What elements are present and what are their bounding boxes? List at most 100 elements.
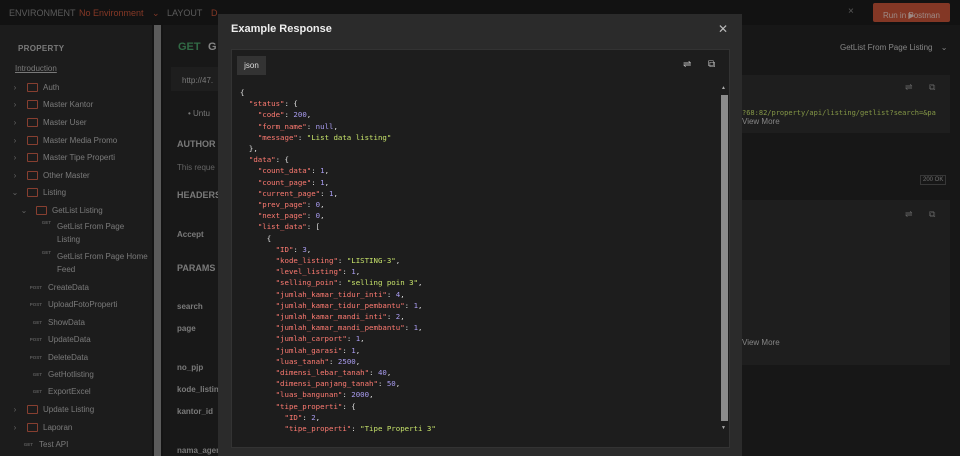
code-token: : bbox=[320, 188, 330, 198]
code-token: , bbox=[386, 368, 392, 377]
code-token: "status" bbox=[248, 99, 285, 109]
code-token: "LISTING-3" bbox=[346, 256, 396, 265]
code-token: , bbox=[306, 244, 312, 254]
code-token: : bbox=[329, 356, 338, 366]
code-token: "list_data" bbox=[257, 222, 307, 232]
code-line: "ID": 3, bbox=[240, 244, 312, 254]
code-token: : bbox=[297, 132, 307, 142]
code-token: "prev_page" bbox=[257, 200, 307, 209]
code-token: , bbox=[418, 300, 423, 310]
close-icon[interactable]: ✕ bbox=[718, 22, 728, 36]
example-response-modal: Example Response ✕ json ⇌ ⧉ { "status": … bbox=[218, 14, 742, 456]
code-token: : bbox=[337, 256, 347, 265]
wrap-lines-icon[interactable]: ⇌ bbox=[683, 59, 691, 70]
code-line: "selling_poin": "selling poin 3", bbox=[240, 278, 423, 288]
code-token: "form_name" bbox=[257, 121, 307, 131]
code-token: , bbox=[418, 278, 423, 288]
code-token: null bbox=[315, 121, 334, 131]
code-line: { bbox=[240, 88, 244, 97]
code-line: "next_page": 0, bbox=[240, 211, 325, 220]
code-line: "jumlah_carport": 1, bbox=[240, 334, 365, 343]
code-line: "message": "List data listing" bbox=[240, 132, 392, 142]
code-token: : bbox=[293, 244, 303, 254]
code-token: "message" bbox=[257, 132, 298, 142]
code-token: "ID" bbox=[284, 412, 303, 422]
code-token: : bbox=[342, 267, 352, 277]
code-line: "code": 200, bbox=[240, 110, 311, 119]
code-token: , bbox=[333, 188, 338, 198]
code-token: , bbox=[333, 121, 338, 131]
code-token: "count_data" bbox=[257, 166, 312, 176]
code-scrollbar-thumb[interactable] bbox=[721, 95, 728, 421]
code-token: , bbox=[355, 356, 361, 366]
copy-icon[interactable]: ⧉ bbox=[708, 59, 715, 70]
code-token: : bbox=[404, 300, 414, 310]
code-line: "list_data": [ bbox=[240, 222, 320, 231]
code-token: "level_listing" bbox=[275, 267, 343, 277]
code-token: : bbox=[386, 312, 396, 321]
code-token: : bbox=[404, 323, 414, 333]
code-token: : bbox=[351, 424, 361, 433]
code-token: , bbox=[400, 289, 405, 299]
code-token: 2500 bbox=[337, 356, 356, 366]
code-token: , bbox=[315, 412, 321, 422]
code-token: : bbox=[311, 177, 321, 187]
scroll-up-arrow-icon[interactable]: ▲ bbox=[721, 85, 726, 91]
code-token: , bbox=[395, 379, 401, 389]
scroll-down-arrow-icon[interactable]: ▼ bbox=[721, 425, 726, 431]
code-token: 2000 bbox=[351, 390, 370, 400]
code-line: "status": { bbox=[240, 99, 298, 108]
code-line: "dimensi_panjang_tanah": 50, bbox=[240, 379, 401, 389]
code-token: : bbox=[342, 390, 352, 400]
code-line: "dimensi_lebar_tanah": 40, bbox=[240, 368, 392, 377]
code-token: 40 bbox=[377, 368, 387, 377]
code-token: "luas_bangunan" bbox=[275, 390, 343, 400]
modal-title: Example Response bbox=[231, 23, 332, 35]
code-line: "data": { bbox=[240, 155, 289, 164]
code-token: : { bbox=[275, 155, 289, 165]
json-tab[interactable]: json bbox=[237, 56, 266, 75]
code-line: { bbox=[240, 234, 271, 243]
code-token: , bbox=[418, 323, 423, 333]
code-token: 200 bbox=[293, 110, 307, 120]
code-line: }, bbox=[240, 144, 258, 153]
code-scrollbar[interactable]: ▲ ▼ bbox=[720, 85, 729, 433]
code-line: "tipe_properti": { bbox=[240, 402, 356, 411]
code-line: "luas_tanah": 2500, bbox=[240, 356, 361, 366]
code-token: "data" bbox=[248, 155, 276, 165]
json-code-view[interactable]: { "status": { "code": 200, "form_name": … bbox=[232, 85, 718, 433]
code-token: "jumlah_carport" bbox=[275, 334, 347, 344]
code-line: "jumlah_kamar_mandi_pembantu": 1, bbox=[240, 323, 423, 333]
code-token: , bbox=[324, 166, 330, 176]
code-token: "current_page" bbox=[257, 188, 321, 198]
code-token: : bbox=[342, 345, 352, 355]
code-token: : [ bbox=[306, 222, 321, 232]
code-line: "jumlah_garasi": 1, bbox=[240, 345, 361, 355]
code-token: { bbox=[240, 233, 272, 243]
code-token: , bbox=[360, 334, 365, 344]
code-token: }, bbox=[240, 144, 258, 153]
code-token: : bbox=[306, 121, 316, 131]
code-token: 50 bbox=[386, 379, 396, 389]
